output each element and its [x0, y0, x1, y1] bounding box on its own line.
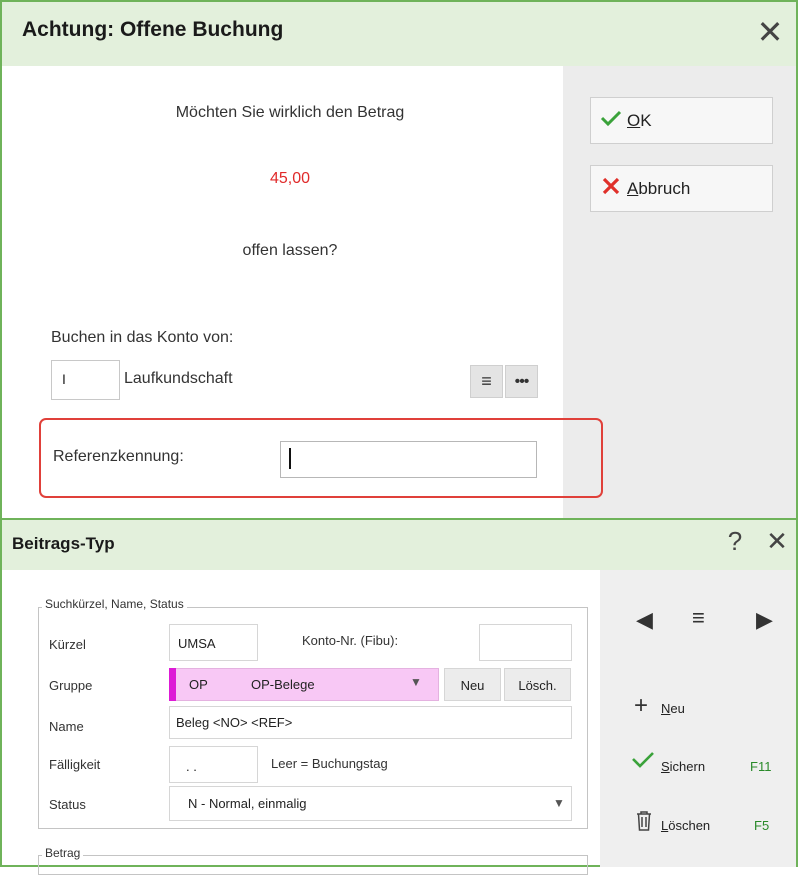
name-input[interactable]: Beleg <NO> <REF> [169, 706, 572, 739]
help-icon[interactable]: ? [720, 526, 750, 557]
gruppe-code: OP [189, 677, 208, 692]
save-access-key: S [661, 759, 670, 774]
account-name: Laufkundschaft [124, 370, 233, 387]
text-caret [289, 448, 291, 469]
new-access-key: N [661, 701, 671, 716]
amount-group-box [38, 855, 588, 875]
trash-icon[interactable] [631, 810, 657, 837]
dialog-title: Beitrags-Typ [12, 534, 115, 553]
dialog-title-bar: Beitrags-Typ ? ✕ [2, 520, 796, 570]
name-label: Name [49, 719, 84, 734]
reference-label: Referenzkennung: [53, 448, 184, 465]
save-label-rest: ichern [669, 759, 706, 774]
plus-icon[interactable]: + [628, 692, 654, 720]
new-button[interactable]: Neu [661, 701, 685, 716]
ok-access-key: O [627, 110, 641, 130]
faelligkeit-input[interactable]: . . [169, 746, 258, 783]
list-icon[interactable]: ≡ [470, 365, 503, 398]
gruppe-label: Gruppe [49, 678, 93, 693]
cross-icon [595, 176, 627, 201]
reference-input[interactable] [280, 441, 537, 478]
account-label: Buchen in das Konto von: [51, 329, 234, 346]
status-select[interactable]: N - Normal, einmalig [169, 786, 572, 821]
chevron-down-icon[interactable]: ▼ [410, 675, 422, 689]
account-code-input[interactable]: I [51, 360, 120, 400]
delete-label-rest: öschen [668, 818, 711, 833]
check-icon [595, 109, 627, 132]
faelligkeit-hint: Leer = Buchungstag [271, 756, 388, 771]
check-icon[interactable] [630, 750, 656, 773]
contribution-type-dialog: Beitrags-Typ ? ✕ Suchkürzel, Name, Statu… [0, 518, 798, 875]
save-shortcut: F11 [750, 759, 772, 774]
kuerzel-label: Kürzel [49, 637, 86, 652]
gruppe-name: OP-Belege [251, 677, 315, 692]
message-question: Möchten Sie wirklich den Betrag [175, 104, 405, 121]
delete-button[interactable]: Löschen [661, 818, 710, 833]
kuerzel-input[interactable]: UMSA [169, 624, 258, 661]
list-icon[interactable]: ≡ [692, 605, 705, 631]
faelligkeit-label: Fälligkeit [49, 757, 101, 772]
gruppe-color-marker [169, 668, 176, 701]
message-open: offen lassen? [242, 242, 338, 259]
delete-shortcut: F5 [754, 818, 770, 833]
ok-button[interactable]: OK [590, 97, 773, 144]
save-button[interactable]: Sichern [661, 759, 705, 774]
dialog-title: Achtung: Offene Buchung [22, 18, 284, 41]
amount-group-title: Betrag [42, 846, 84, 860]
new-label-rest: eu [670, 701, 685, 716]
cancel-access-key: A [627, 178, 639, 198]
more-icon[interactable]: ••• [505, 365, 538, 398]
next-icon[interactable]: ▶ [756, 607, 773, 633]
konto-nr-label: Konto-Nr. (Fibu): [302, 633, 399, 648]
status-label: Status [49, 797, 86, 812]
konto-nr-input[interactable] [479, 624, 572, 661]
gruppe-delete-button[interactable]: Lösch. [504, 668, 571, 701]
message-amount: 45,00 [269, 170, 311, 187]
close-icon[interactable]: ✕ [752, 14, 788, 50]
chevron-down-icon[interactable]: ▼ [553, 796, 565, 810]
close-icon[interactable]: ✕ [762, 526, 792, 557]
cancel-label-rest: bbruch [638, 178, 691, 198]
cancel-button[interactable]: Abbruch [590, 165, 773, 212]
ok-label-rest: K [640, 110, 652, 130]
previous-icon[interactable]: ◀ [636, 607, 653, 633]
gruppe-new-button[interactable]: Neu [444, 668, 501, 701]
search-group-title: Suchkürzel, Name, Status [42, 597, 187, 611]
